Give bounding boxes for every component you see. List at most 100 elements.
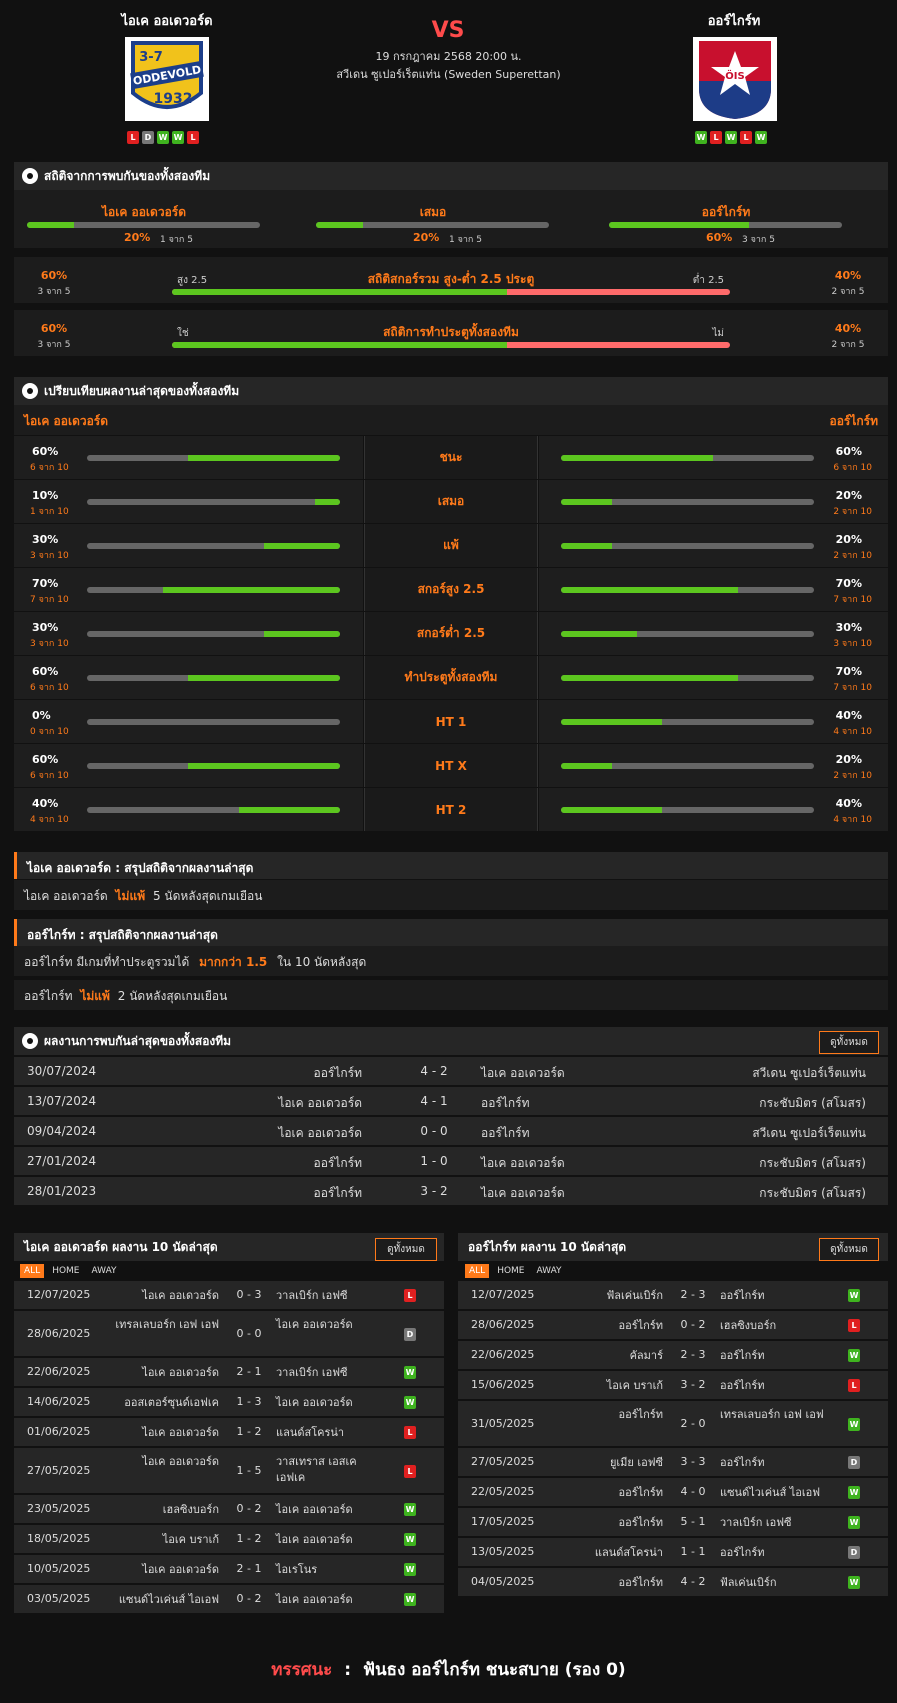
compare-away-pct: 60% (835, 445, 862, 458)
match-row[interactable]: 18/05/2025 ไอเค บราเก้ 1 - 2 ไอเค ออเดวอร์ด… (14, 1525, 444, 1553)
compare-away-bar (561, 499, 814, 505)
compare-away-cell: 40% 4 จาก 10 (539, 788, 888, 831)
match-row[interactable]: 14/06/2025 ออสเตอร์ซุนด์เอฟเค 1 - 3 ไอเค ออ… (14, 1388, 444, 1416)
compare-away-bar (561, 675, 814, 681)
match-home: ยูเมีย เอฟซี (609, 1456, 663, 1469)
match-home: ออร์ไกร์ท (618, 1408, 663, 1421)
match-date: 28/06/2025 (471, 1318, 535, 1331)
match-date: 17/05/2025 (471, 1515, 535, 1528)
match-row[interactable]: 13/05/2025 แลนด์สโครน่า 1 - 1 ออร์ไกร์ท D (458, 1538, 888, 1566)
h2h-row[interactable]: 27/01/2024 ออร์ไกร์ท 1 - 0 ไอเค ออเดวอร์ด กร… (14, 1147, 888, 1175)
summary-highlight: ไม่แพ้ (115, 889, 146, 903)
h2h-view-all-button[interactable]: ดูทั้งหมด (819, 1031, 879, 1054)
home-last10-view-all-button[interactable]: ดูทั้งหมด (375, 1238, 437, 1261)
over-under-fill (172, 289, 507, 295)
match-score: 1 - 5 (236, 1463, 262, 1477)
match-row[interactable]: 03/05/2025 แซนด์ไวเค่นส์ ไอเอฟ 0 - 2 ไอเค อ… (14, 1585, 444, 1613)
result-badge: L (848, 1319, 860, 1332)
result-badge: W (404, 1563, 416, 1576)
h2h-row[interactable]: 09/04/2024 ไอเค ออเดวอร์ด 0 - 0 ออร์ไกร์ท สว… (14, 1117, 888, 1145)
match-away: วาลเบิร์ก เอฟซี (276, 1366, 348, 1379)
match-score: 5 - 1 (680, 1515, 706, 1528)
compare-row-label: ทำประตูทั้งสองทีม (364, 656, 538, 699)
match-away: ออร์ไกร์ท (720, 1546, 765, 1559)
filter-tab-home[interactable]: HOME (48, 1264, 83, 1278)
h2h-away: ออร์ไกร์ท (481, 1096, 530, 1110)
compare-away-fill (561, 587, 739, 593)
match-row[interactable]: 28/06/2025 เทรลเลบอร์ก เอฟ เอฟ 0 - 0 ไอเค อ… (14, 1311, 444, 1356)
h2h-competition: กระชับมิตร (สโมสร) (759, 1186, 866, 1200)
match-date: 22/06/2025 (471, 1348, 535, 1361)
match-date: 22/06/2025 (27, 1365, 91, 1378)
match-date: 14/06/2025 (27, 1395, 91, 1408)
filter-tab-away[interactable]: AWAY (533, 1264, 566, 1278)
compare-home-fill (264, 543, 340, 549)
form-badge: D (142, 131, 154, 144)
h2h-stat-label: ไอเค ออเดวอร์ด (101, 205, 187, 219)
match-row[interactable]: 10/05/2025 ไอเค ออเดวอร์ด 2 - 1 ไอเรโนร W (14, 1555, 444, 1583)
h2h-stat-pct: 60% (706, 231, 733, 244)
compare-away-cell: 20% 2 จาก 10 (539, 744, 888, 787)
form-badge: W (695, 131, 707, 144)
compare-home-fill (314, 499, 340, 505)
match-row[interactable]: 17/05/2025 ออร์ไกร์ท 5 - 1 วาลเบิร์ก เอฟซี W (458, 1508, 888, 1536)
compare-home-bar (87, 499, 340, 505)
match-home: ออร์ไกร์ท (618, 1516, 663, 1529)
away-filter-tabs: ALL HOME AWAY (465, 1264, 566, 1278)
football-icon (22, 383, 38, 399)
compare-home-pct: 60% (32, 665, 59, 678)
filter-tab-all[interactable]: ALL (20, 1264, 45, 1278)
h2h-stat-sub: 3 จาก 5 (742, 235, 775, 245)
compare-away-pct: 20% (835, 753, 862, 766)
match-home: ออร์ไกร์ท (618, 1486, 663, 1499)
h2h-row[interactable]: 28/01/2023 ออร์ไกร์ท 3 - 2 ไอเค ออเดวอร์ด กร… (14, 1177, 888, 1205)
h2h-stat-label: เสมอ (419, 205, 447, 219)
filter-tab-home[interactable]: HOME (493, 1264, 528, 1278)
match-away: วาลเบิร์ก เอฟซี (276, 1289, 348, 1302)
match-score: 2 - 0 (680, 1416, 706, 1430)
form-badge: L (187, 131, 199, 144)
match-row[interactable]: 22/06/2025 ไอเค ออเดวอร์ด 2 - 1 วาลเบิร์ก เ… (14, 1358, 444, 1386)
match-row[interactable]: 12/07/2025 ฟัลเค่นเบิร์ก 2 - 3 ออร์ไกร์ท W (458, 1281, 888, 1309)
match-row[interactable]: 27/05/2025 ไอเค ออเดวอร์ด 1 - 5 วาสเทราส เอ… (14, 1448, 444, 1493)
btts-bar (172, 342, 730, 348)
match-date: 22/05/2025 (471, 1485, 535, 1498)
away-logo-text: ÖIS (725, 68, 744, 82)
match-row[interactable]: 23/05/2025 เฮลซิงบอร์ก 0 - 2 ไอเค ออเดวอร์ด… (14, 1495, 444, 1523)
match-row[interactable]: 01/06/2025 ไอเค ออเดวอร์ด 1 - 2 แลนด์สโครน่… (14, 1418, 444, 1446)
match-away: แซนด์ไวเค่นส์ ไอเอฟ (720, 1486, 821, 1499)
home-logo-top: 3-7 (139, 50, 163, 65)
match-home: ไอเค ออเดวอร์ด (142, 1366, 219, 1379)
match-date: 13/05/2025 (471, 1545, 535, 1558)
form-badge: W (725, 131, 737, 144)
compare-home-bar (87, 719, 340, 725)
h2h-stats-header: สถิติจากการพบกันของทั้งสองทีม (14, 162, 888, 190)
compare-row-label: ชนะ (364, 436, 538, 479)
match-row[interactable]: 27/05/2025 ยูเมีย เอฟซี 3 - 3 ออร์ไกร์ท D (458, 1448, 888, 1476)
compare-home-sub: 6 จาก 10 (30, 771, 69, 781)
h2h-stats-panel: ไอเค ออเดวอร์ด 20% 1 จาก 5 เสมอ 20% 1 จาก 5 ออ… (14, 190, 888, 248)
match-score: 0 - 2 (236, 1592, 262, 1605)
match-row[interactable]: 22/05/2025 ออร์ไกร์ท 4 - 0 แซนด์ไวเค่นส์ ไอ… (458, 1478, 888, 1506)
result-badge: W (404, 1533, 416, 1546)
h2h-stats-title: สถิติจากการพบกันของทั้งสองทีม (44, 168, 211, 183)
match-row[interactable]: 31/05/2025 ออร์ไกร์ท 2 - 0 เทรลเลบอร์ก เอฟ … (458, 1401, 888, 1446)
home-team-name: ไอเค ออเดวอร์ด (121, 14, 213, 29)
match-row[interactable]: 12/07/2025 ไอเค ออเดวอร์ด 0 - 3 วาลเบิร์ก เ… (14, 1281, 444, 1309)
filter-tab-away[interactable]: AWAY (88, 1264, 121, 1278)
filter-tab-all[interactable]: ALL (465, 1264, 490, 1278)
h2h-row[interactable]: 30/07/2024 ออร์ไกร์ท 4 - 2 ไอเค ออเดวอร์ด สว… (14, 1057, 888, 1085)
h2h-stat-fill (609, 222, 749, 228)
match-row[interactable]: 04/05/2025 ออร์ไกร์ท 4 - 2 ฟัลเค่นเบิร์ก W (458, 1568, 888, 1596)
match-datetime: 19 กรกฎาคม 2568 20:00 น. (375, 50, 522, 63)
away-last10-view-all-button[interactable]: ดูทั้งหมด (819, 1238, 879, 1261)
over-under-left-pct: 60% (40, 269, 68, 282)
match-home: ไอเค ออเดวอร์ด (142, 1289, 219, 1302)
match-row[interactable]: 22/06/2025 คัลมาร์ 2 - 3 ออร์ไกร์ท W (458, 1341, 888, 1369)
away-form: WLWLW (695, 131, 767, 144)
home-form: LDWWL (127, 131, 199, 144)
match-row[interactable]: 28/06/2025 ออร์ไกร์ท 0 - 2 เฮลซิงบอร์ก L (458, 1311, 888, 1339)
compare-away-pct: 70% (835, 577, 862, 590)
h2h-row[interactable]: 13/07/2024 ไอเค ออเดวอร์ด 4 - 1 ออร์ไกร์ท กร… (14, 1087, 888, 1115)
match-row[interactable]: 15/06/2025 ไอเค บราเก้ 3 - 2 ออร์ไกร์ท L (458, 1371, 888, 1399)
